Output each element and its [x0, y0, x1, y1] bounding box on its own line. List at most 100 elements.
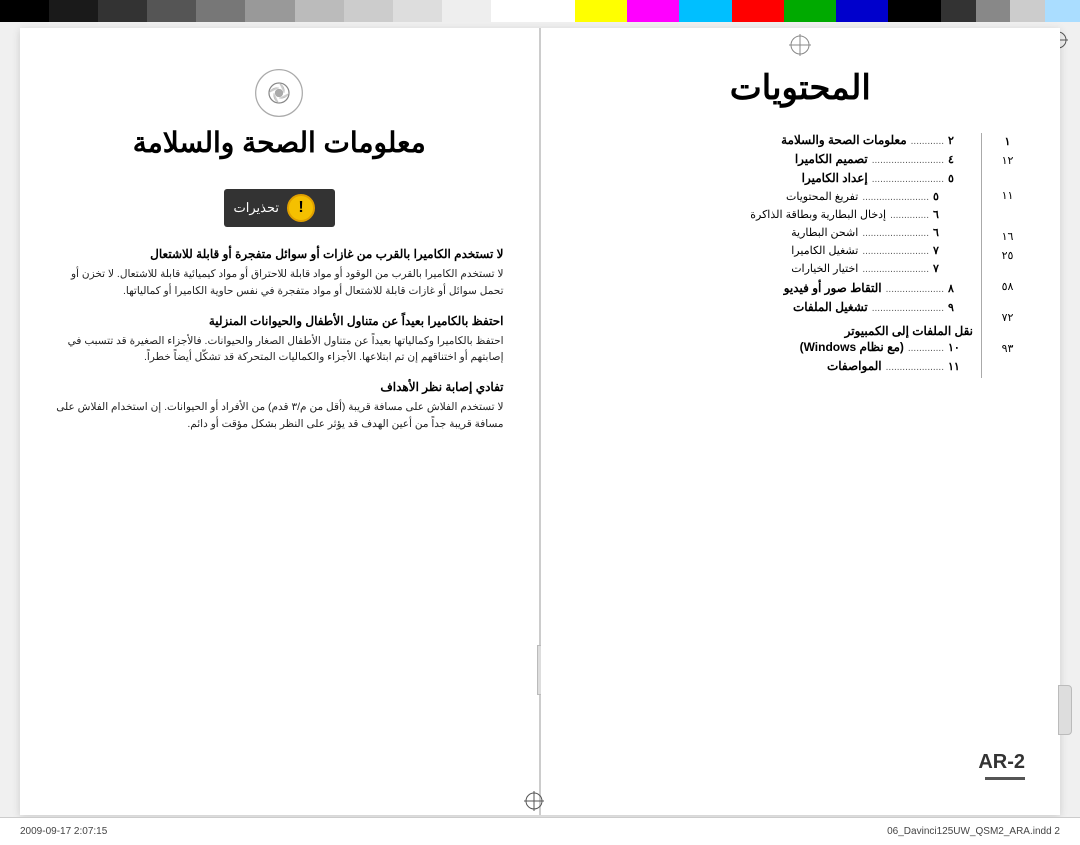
toc-dots-5: .............. — [886, 210, 933, 221]
toc-item-1: ٢ ............ معلومات الصحة والسلامة — [576, 133, 974, 147]
section-2-text: احتفظ بالكاميرا وكمالياتها بعيداً عن متن… — [55, 333, 504, 367]
footer-strip: 2009-09-17 2:07:15 06_Davinci125UW_QSM2_… — [0, 817, 1080, 845]
section-3: تفادي إصابة نظر الأهداف لا تستخدم الفلاش… — [55, 380, 504, 433]
ar-page-number: AR-2 — [978, 751, 1025, 774]
toc-pg-25: ٢٥ — [990, 249, 1025, 262]
grayscale-swatches — [0, 0, 540, 22]
swatch-gray2 — [245, 0, 294, 22]
warning-label: تحذيرات — [234, 200, 279, 216]
swatch-gray4 — [344, 0, 393, 22]
color-bar-top — [0, 0, 1080, 22]
toc-item-12: ١١ ..................... المواصفات — [576, 359, 974, 373]
toc-item-11: ١٠ ............. (مع نظام Windows) — [576, 340, 974, 354]
camera-fan-icon — [254, 68, 304, 118]
swatch-lightblue2 — [1045, 0, 1080, 22]
swatch-blue — [836, 0, 888, 22]
swatch-dark2 — [98, 0, 147, 22]
swatch-magenta — [627, 0, 679, 22]
swatch-dark1 — [49, 0, 98, 22]
toc-item-9: ٨ ..................... التقاط صور أو في… — [576, 281, 974, 295]
section-1-text: لا تستخدم الكاميرا بالقرب من الوقود أو م… — [55, 266, 504, 300]
toc-label-unpack: تفريغ المحتويات — [576, 190, 859, 203]
toc-pg-11: ١١ — [990, 189, 1025, 202]
toc-pg-93: ٩٣ — [990, 342, 1025, 355]
toc-item-3: ٥ .......................... إعداد الكام… — [576, 171, 974, 185]
toc-label-transfer: نقل الملفات إلى الكمبيوتر — [845, 324, 973, 338]
section-1: لا تستخدم الكاميرا بالقرب من غازات أو سو… — [55, 247, 504, 300]
toc-pg-16: ١٦ — [990, 230, 1025, 243]
right-page: المحتويات ١ ١٢ ١١ ١٦ ٢٥ ٥٨ ٧٢ ٩٣ ٢ .....… — [541, 28, 1061, 815]
camera-icon-area — [55, 68, 504, 118]
toc-pg-1: ١ — [990, 135, 1025, 148]
toc-item-2: ٤ .......................... تصميم الكام… — [576, 152, 974, 166]
warning-icon: ! — [287, 194, 315, 222]
toc-pg-58: ٥٨ — [990, 280, 1025, 293]
ar-page-number-area: AR-2 — [978, 751, 1025, 780]
ar-page-bar — [985, 777, 1025, 780]
swatch-cyan — [679, 0, 731, 22]
swatch-gray3 — [295, 0, 344, 22]
reg-mark-right-top — [788, 33, 812, 62]
toc-label-battery: إدخال البطارية وبطاقة الذاكرة — [576, 208, 887, 221]
toc-dots-11: ............. — [904, 343, 948, 354]
color-swatches — [540, 0, 1080, 22]
swatch-gray1 — [196, 0, 245, 22]
toc-dots-7: ........................ — [858, 246, 933, 257]
toc-pg-num-11: ١١ — [948, 360, 973, 373]
toc-dots-6: ........................ — [858, 228, 933, 239]
swatch-red — [732, 0, 784, 22]
swatch-green — [784, 0, 836, 22]
toc-pg-num-5b: ٥ — [933, 190, 958, 203]
swatch-light2 — [442, 0, 491, 22]
toc-content: ٢ ............ معلومات الصحة والسلامة ٤ … — [576, 133, 974, 378]
toc-pg-num-5: ٥ — [948, 172, 973, 185]
toc-item-10: ٩ .......................... تشغيل الملف… — [576, 300, 974, 314]
toc-dots-3: .......................... — [868, 174, 948, 185]
toc-pg-num-2: ٢ — [948, 134, 973, 147]
toc-pg-num-10: ١٠ — [948, 341, 973, 354]
left-page-title: معلومات الصحة والسلامة — [55, 126, 504, 159]
toc-divider — [981, 133, 982, 378]
toc-item-6: ٦ ........................ اشحن البطارية — [576, 226, 974, 239]
toc-dots-2: .......................... — [868, 155, 948, 166]
section-3-title: تفادي إصابة نظر الأهداف — [55, 380, 504, 394]
toc-dots-10: .......................... — [868, 303, 948, 314]
toc-pg-12: ١٢ — [990, 154, 1025, 167]
toc-pg-num-9: ٩ — [948, 301, 973, 314]
toc-pg-num-6b: ٦ — [933, 226, 958, 239]
section-1-title: لا تستخدم الكاميرا بالقرب من غازات أو سو… — [55, 247, 504, 261]
toc-pg-num-4: ٤ — [948, 153, 973, 166]
footer-left: 06_Davinci125UW_QSM2_ARA.indd 2 — [887, 826, 1060, 837]
toc-label-windows: (مع نظام Windows) — [576, 340, 904, 354]
reg-mark-bottom-left — [522, 789, 546, 813]
swatch-dark3 — [147, 0, 196, 22]
toc-label-design: تصميم الكاميرا — [576, 152, 868, 166]
toc-pg-num-7a: ٧ — [933, 244, 958, 257]
toc-container: ١ ١٢ ١١ ١٦ ٢٥ ٥٨ ٧٢ ٩٣ ٢ ............ مع… — [576, 133, 1026, 378]
right-thumb-tab — [1058, 685, 1072, 735]
toc-page-numbers: ١ ١٢ ١١ ١٦ ٢٥ ٥٨ ٧٢ ٩٣ — [990, 133, 1025, 378]
toc-label-playback: تشغيل الملفات — [576, 300, 868, 314]
swatch-white — [491, 0, 540, 22]
swatch-dark4 — [941, 0, 976, 22]
section-2-title: احتفظ بالكاميرا بعيداً عن متناول الأطفال… — [55, 314, 504, 328]
swatch-lightblue — [1010, 0, 1045, 22]
toc-pg-num-6a: ٦ — [933, 208, 958, 221]
toc-label-power: تشغيل الكاميرا — [576, 244, 859, 257]
left-page: معلومات الصحة والسلامة ! تحذيرات لا تستخ… — [20, 28, 540, 815]
section-2: احتفظ بالكاميرا بعيداً عن متناول الأطفال… — [55, 314, 504, 367]
toc-dots-8: ........................ — [858, 264, 933, 275]
toc-label-specs: المواصفات — [576, 359, 882, 373]
toc-pg-num-8: ٨ — [948, 282, 973, 295]
right-page-title: المحتويات — [576, 68, 1026, 108]
toc-label-capture: التقاط صور أو فيديو — [576, 281, 882, 295]
footer-right: 2009-09-17 2:07:15 — [20, 826, 107, 837]
page-spread: معلومات الصحة والسلامة ! تحذيرات لا تستخ… — [20, 28, 1060, 815]
warning-badge: ! تحذيرات — [224, 189, 335, 227]
toc-label-options: اختيار الخيارات — [576, 262, 859, 275]
swatch-black — [0, 0, 49, 22]
toc-label-safety: معلومات الصحة والسلامة — [576, 133, 907, 147]
swatch-yellow — [575, 0, 627, 22]
toc-label-charge: اشحن البطارية — [576, 226, 859, 239]
swatch-black2 — [888, 0, 940, 22]
